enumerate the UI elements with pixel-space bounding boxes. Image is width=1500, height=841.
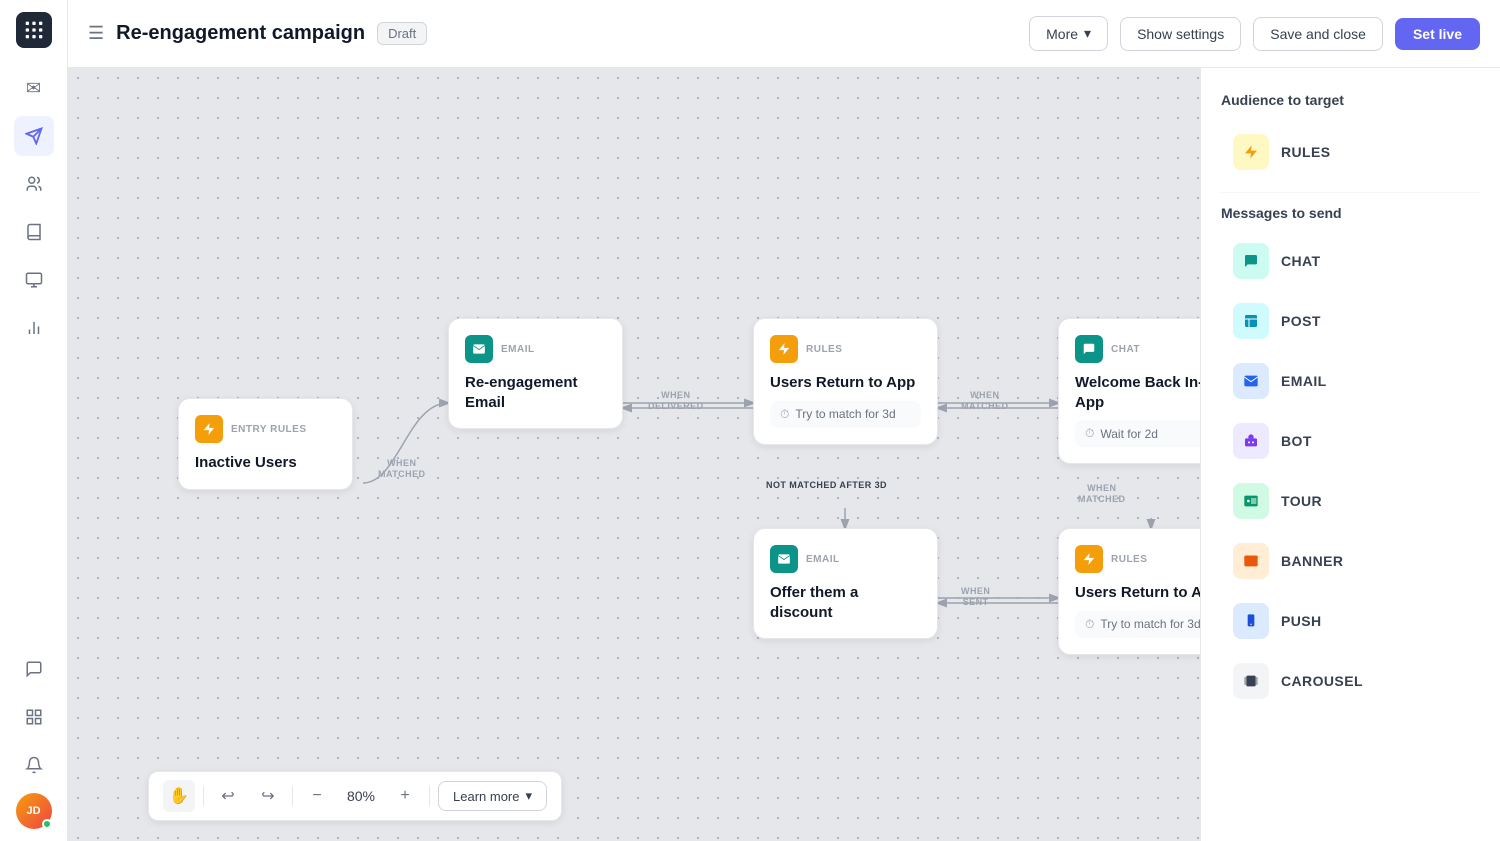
show-settings-button[interactable]: Show settings — [1120, 17, 1241, 51]
panel-item-bot[interactable]: BOT — [1221, 413, 1480, 469]
clock-icon: ⏱ — [780, 407, 789, 422]
rules-audience-icon — [1233, 134, 1269, 170]
panel-item-tour[interactable]: TOUR — [1221, 473, 1480, 529]
panel-divider — [1221, 192, 1480, 193]
right-panel: Audience to target RULES Messages to sen… — [1200, 68, 1500, 841]
divider-2 — [292, 786, 293, 806]
chevron-down-icon-2: ▾ — [525, 788, 532, 804]
panel-item-banner[interactable]: BANNER — [1221, 533, 1480, 589]
chat-sub: ⏱ Wait for 2d — [1075, 420, 1200, 447]
banner-panel-icon — [1233, 543, 1269, 579]
hand-tool-button[interactable]: ✋ — [163, 780, 195, 812]
email-icon-1 — [465, 335, 493, 363]
topbar: ☰ Re-engagement campaign Draft More ▾ Sh… — [68, 0, 1500, 68]
email-node-2[interactable]: EMAIL Offer them a discount — [753, 528, 938, 639]
panel-rules-audience[interactable]: RULES — [1221, 124, 1480, 180]
rules-node-2[interactable]: RULES Users Return to App ⏱ Try to match… — [1058, 528, 1200, 655]
clock-icon-3: ⏱ — [1085, 617, 1094, 632]
menu-icon[interactable]: ☰ — [88, 23, 104, 44]
connector-when-matched-entry: WHENMATCHED — [378, 458, 425, 480]
sidebar-item-chat[interactable] — [14, 649, 54, 689]
divider-1 — [203, 786, 204, 806]
panel-rules-label: RULES — [1281, 144, 1331, 160]
chat-panel-icon — [1233, 243, 1269, 279]
panel-item-carousel[interactable]: CAROUSEL — [1221, 653, 1480, 709]
panel-item-chat[interactable]: CHAT — [1221, 233, 1480, 289]
sidebar-item-reports[interactable] — [14, 308, 54, 348]
sidebar-item-add-apps[interactable] — [14, 697, 54, 737]
main-content: ☰ Re-engagement campaign Draft More ▾ Sh… — [68, 0, 1500, 841]
audience-section-title: Audience to target — [1221, 92, 1480, 108]
set-live-button[interactable]: Set live — [1395, 18, 1480, 50]
panel-item-email[interactable]: EMAIL — [1221, 353, 1480, 409]
redo-button[interactable]: ↪ — [252, 780, 284, 812]
bot-panel-icon — [1233, 423, 1269, 459]
sidebar-item-inbox[interactable]: ✉ — [14, 68, 54, 108]
sidebar-item-messages[interactable] — [14, 260, 54, 300]
divider-3 — [429, 786, 430, 806]
messages-section-title: Messages to send — [1221, 205, 1480, 221]
email-panel-icon — [1233, 363, 1269, 399]
learn-more-button[interactable]: Learn more ▾ — [438, 781, 547, 811]
save-close-button[interactable]: Save and close — [1253, 17, 1383, 51]
app-logo — [16, 12, 52, 48]
left-sidebar: ✉ JD — [0, 0, 68, 841]
post-panel-icon — [1233, 303, 1269, 339]
connector-not-matched: NOT MATCHED AFTER 3D — [766, 480, 887, 491]
carousel-panel-icon — [1233, 663, 1269, 699]
tour-panel-icon — [1233, 483, 1269, 519]
zoom-in-button[interactable]: + — [389, 780, 421, 812]
entry-rules-icon — [195, 415, 223, 443]
push-panel-icon — [1233, 603, 1269, 639]
flow-canvas[interactable]: WHENMATCHED WHENDELIVERED WHENMATCHED NO… — [68, 68, 1200, 841]
sidebar-item-campaigns[interactable] — [14, 116, 54, 156]
chevron-down-icon: ▾ — [1084, 25, 1091, 42]
email-node-1[interactable]: EMAIL Re-engagement Email — [448, 318, 623, 429]
user-avatar[interactable]: JD — [16, 793, 52, 829]
campaign-title: Re-engagement campaign — [116, 22, 365, 45]
email-icon-2 — [770, 545, 798, 573]
online-status-dot — [42, 819, 52, 829]
connector-when-sent: WHENSENT — [961, 586, 990, 608]
sidebar-item-knowledge[interactable] — [14, 212, 54, 252]
rules2-sub: ⏱ Try to match for 3d — [1075, 611, 1200, 638]
node-header: ENTRY RULES — [195, 415, 336, 443]
rules-node-1[interactable]: RULES Users Return to App ⏱ Try to match… — [753, 318, 938, 445]
sidebar-item-contacts[interactable] — [14, 164, 54, 204]
more-button[interactable]: More ▾ — [1029, 16, 1108, 51]
rules-icon-1 — [770, 335, 798, 363]
rules-icon-2 — [1075, 545, 1103, 573]
chat-node[interactable]: CHAT Welcome Back In-App ⏱ Wait for 2d — [1058, 318, 1200, 464]
connector-when-matched-chat: WHENMATCHED — [1078, 483, 1125, 505]
bottom-toolbar: ✋ ↩ ↪ − 80% + Learn more ▾ — [148, 771, 562, 821]
entry-rules-node[interactable]: ENTRY RULES Inactive Users — [178, 398, 353, 490]
zoom-out-button[interactable]: − — [301, 780, 333, 812]
connector-when-matched-rules1: WHENMATCHED — [961, 390, 1008, 412]
connector-when-delivered: WHENDELIVERED — [648, 390, 704, 412]
panel-item-post[interactable]: POST — [1221, 293, 1480, 349]
panel-item-push[interactable]: PUSH — [1221, 593, 1480, 649]
chat-icon — [1075, 335, 1103, 363]
undo-button[interactable]: ↩ — [212, 780, 244, 812]
canvas-container: WHENMATCHED WHENDELIVERED WHENMATCHED NO… — [68, 68, 1500, 841]
sidebar-item-notifications[interactable] — [14, 745, 54, 785]
clock-icon-2: ⏱ — [1085, 426, 1094, 441]
rules1-sub: ⏱ Try to match for 3d — [770, 401, 921, 428]
status-badge: Draft — [377, 22, 427, 45]
zoom-level: 80% — [341, 788, 381, 804]
